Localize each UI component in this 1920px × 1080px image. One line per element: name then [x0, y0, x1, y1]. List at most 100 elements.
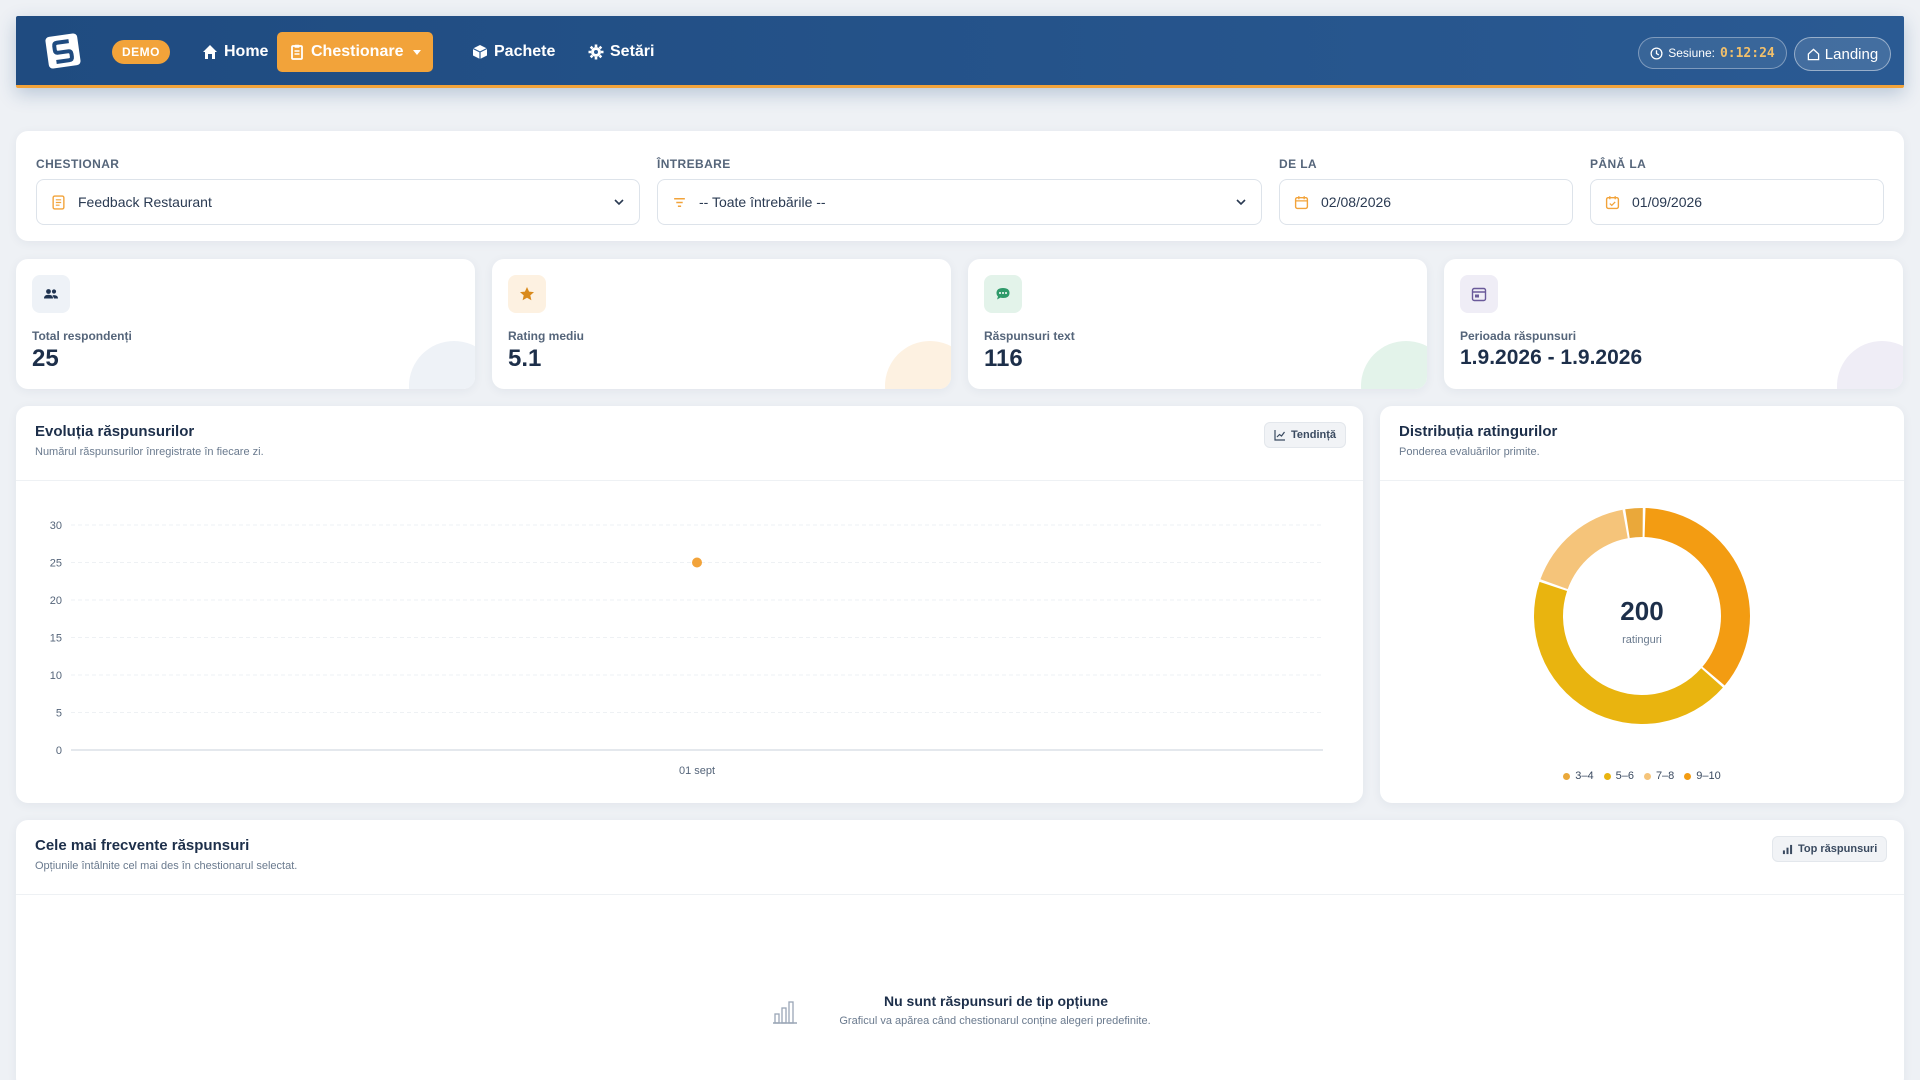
- nav-item-label: Chestionare: [311, 43, 404, 60]
- legend-item[interactable]: 7–8: [1643, 770, 1675, 782]
- legend-label: 9–10: [1696, 770, 1721, 782]
- landing-button[interactable]: Landing: [1794, 37, 1891, 71]
- nav-item-label: Setări: [610, 43, 655, 60]
- panel-subtitle: Opțiunile întâlnite cel mai des în chest…: [35, 860, 298, 872]
- legend-dot: [1643, 772, 1651, 780]
- chestionar-value: Feedback Restaurant: [78, 194, 212, 210]
- panel-subtitle: Numărul răspunsurilor înregistrate în fi…: [35, 446, 264, 458]
- divider: [16, 480, 1363, 481]
- distribution-panel: Distribuția ratingurilor Ponderea evaluă…: [1380, 406, 1904, 803]
- frequent-answers-panel: Cele mai frecvente răspunsuri Opțiunile …: [16, 820, 1904, 1080]
- y-tick-label: 30: [50, 520, 62, 532]
- stat-value: 116: [984, 345, 1023, 372]
- trend-icon: [1274, 430, 1285, 441]
- document-icon: [52, 194, 65, 210]
- y-tick-label: 10: [50, 670, 62, 682]
- pana-la-label: PÂNĂ LA: [1590, 157, 1647, 171]
- de-la-date-input[interactable]: 02/08/2026: [1279, 179, 1573, 225]
- chevron-down-icon: [614, 199, 624, 206]
- decorative-blob: [885, 341, 951, 389]
- legend-dot: [1603, 772, 1611, 780]
- demo-badge: DEMO: [112, 40, 170, 64]
- donut-total-label: ratinguri: [1622, 634, 1662, 646]
- line-point[interactable]: [692, 557, 702, 568]
- stat-card-perioada: Perioada răspunsuri 1.9.2026 - 1.9.2026: [1444, 259, 1903, 389]
- stat-value: 25: [32, 345, 59, 372]
- stat-label: Perioada răspunsuri: [1460, 329, 1577, 343]
- app-logo-icon[interactable]: [44, 32, 82, 70]
- decorative-blob: [1837, 341, 1903, 389]
- landing-label: Landing: [1824, 45, 1879, 63]
- legend-dot: [1563, 772, 1571, 780]
- y-tick-label: 15: [50, 633, 62, 645]
- session-time: 0:12:24: [1719, 45, 1775, 61]
- legend-dot: [1684, 772, 1692, 780]
- filters-panel: CHESTIONAR Feedback Restaurant ÎNTREBARE…: [16, 131, 1904, 241]
- stat-card-raspunsuri-text: Răspunsuri text 116: [968, 259, 1427, 389]
- stat-label: Răspunsuri text: [984, 329, 1075, 343]
- panel-title: Cele mai frecvente răspunsuri: [35, 837, 250, 854]
- trend-button-label: Tendință: [1291, 429, 1337, 441]
- clipboard-icon: [291, 44, 303, 60]
- nav-item-chestionare[interactable]: Chestionare: [277, 32, 434, 72]
- gear-icon: [588, 44, 604, 60]
- chestionar-select[interactable]: Feedback Restaurant: [36, 179, 640, 225]
- filter-icon: [674, 197, 685, 207]
- legend-item[interactable]: 9–10: [1684, 770, 1721, 782]
- legend-label: 3–4: [1575, 770, 1594, 782]
- trend-button[interactable]: Tendință: [1264, 422, 1347, 448]
- session-label: Sesiune:: [1668, 46, 1715, 60]
- divider: [16, 894, 1904, 895]
- legend-item[interactable]: 5–6: [1603, 770, 1634, 782]
- star-icon: [508, 275, 546, 313]
- bar-chart-icon: [773, 1001, 797, 1024]
- donut-legend: 3–4 5–6 7–8 9–10: [1380, 770, 1904, 782]
- donut-slice[interactable]: [1540, 509, 1628, 590]
- chestionar-label: CHESTIONAR: [36, 157, 120, 171]
- stat-value: 1.9.2026 - 1.9.2026: [1460, 346, 1643, 369]
- top-answers-label: Top răspunsuri: [1798, 843, 1878, 855]
- nav-item-setari[interactable]: Setări: [576, 32, 666, 72]
- home-icon: [203, 45, 217, 59]
- pana-la-date-input[interactable]: 01/09/2026: [1590, 179, 1884, 225]
- legend-label: 5–6: [1615, 770, 1634, 782]
- legend-label: 7–8: [1655, 770, 1675, 782]
- y-tick-label: 25: [50, 558, 62, 570]
- nav-item-pachete[interactable]: Pachete: [460, 32, 567, 72]
- nav-item-label: Home: [224, 43, 269, 60]
- calendar-icon: [1460, 275, 1498, 313]
- clock-icon: [1650, 46, 1663, 60]
- donut-slice[interactable]: [1625, 508, 1643, 538]
- chat-icon: [984, 275, 1022, 313]
- donut-total: 200: [1620, 596, 1664, 626]
- legend-item[interactable]: 3–4: [1563, 770, 1594, 782]
- decorative-blob: [1361, 341, 1427, 389]
- chevron-down-icon: [413, 49, 422, 55]
- stat-card-respondenti: Total respondenți 25: [16, 259, 475, 389]
- y-tick-label: 0: [56, 745, 62, 757]
- de-la-value: 02/08/2026: [1321, 194, 1392, 210]
- stat-label: Rating mediu: [508, 329, 585, 343]
- y-tick-label: 5: [56, 708, 62, 720]
- home-icon: [1807, 48, 1820, 60]
- stat-card-rating: Rating mediu 5.1: [492, 259, 951, 389]
- nav-item-label: Pachete: [494, 43, 556, 60]
- responses-line-chart: 0 5 10 15 20 25 30 01 sept: [50, 520, 1323, 777]
- intrebare-select[interactable]: -- Toate întrebările --: [657, 179, 1262, 225]
- intrebare-value: -- Toate întrebările --: [699, 194, 826, 210]
- top-answers-button[interactable]: Top răspunsuri: [1772, 836, 1888, 862]
- evolution-panel: Evoluția răspunsurilor Numărul răspunsur…: [16, 406, 1363, 803]
- de-la-label: DE LA: [1279, 157, 1317, 171]
- pana-la-value: 01/09/2026: [1632, 194, 1703, 210]
- session-timer: Sesiune: 0:12:24: [1638, 37, 1787, 69]
- box-icon: [472, 45, 488, 59]
- users-icon: [32, 275, 70, 313]
- calendar-check-icon: [1605, 195, 1620, 209]
- empty-state-subtitle: Graficul va apărea când chestionarul con…: [839, 1015, 1151, 1027]
- stat-value: 5.1: [508, 345, 542, 372]
- nav-item-home[interactable]: Home: [190, 32, 280, 72]
- empty-state-title: Nu sunt răspunsuri de tip opțiune: [884, 993, 1108, 1009]
- bar-chart-icon: [1782, 844, 1793, 854]
- stat-label: Total respondenți: [32, 329, 132, 343]
- decorative-blob: [409, 341, 475, 389]
